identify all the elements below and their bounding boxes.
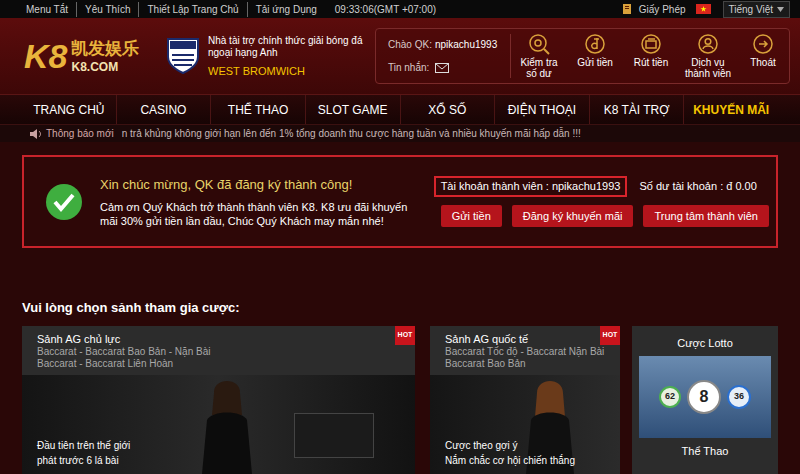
nav-item[interactable]: TRANG CHỦ (22, 95, 116, 124)
top-link[interactable]: Tải ứng Dụng (247, 2, 325, 17)
top-bar: Menu TắtYêu ThíchThiết Lập Trang ChủTải … (0, 0, 800, 18)
action-button[interactable]: Trung tâm thành viên (643, 205, 769, 227)
license-link[interactable]: Giấy Phép (639, 2, 686, 17)
lotto-ball: 36 (727, 385, 751, 409)
nav-item[interactable]: K8 TÀI TRỢ (589, 95, 684, 124)
hot-badge: HOT (395, 326, 415, 345)
speaker-icon (30, 129, 42, 139)
lotto-ball: 62 (659, 386, 681, 408)
coin-search-icon (528, 33, 550, 55)
logout-button[interactable]: Thoát (737, 33, 789, 68)
wallet-icon (640, 33, 662, 55)
license-icon (621, 3, 633, 15)
lobby-card[interactable]: Sảnh AG chủ lực Baccarat - Baccarat Bao … (22, 326, 415, 474)
lotto-ball: 8 (687, 380, 721, 414)
check-circle-icon (45, 183, 83, 221)
lobby-banner: Cược theo gợi ý Nắm chắc cơ hội chiến th… (430, 375, 620, 474)
person-icon (697, 33, 719, 55)
hot-badge: HOT (600, 326, 620, 345)
nav-item[interactable]: ĐIỆN THOẠI (494, 95, 589, 124)
nav-item[interactable]: CASINO (116, 95, 211, 124)
nav-item[interactable]: SLOT GAME (305, 95, 400, 124)
action-button[interactable]: Gửi tiền (441, 205, 502, 227)
success-panel: Xin chúc mừng, QK đã đăng ký thành công!… (22, 155, 778, 248)
withdraw-button[interactable]: Rút tiền (623, 33, 679, 68)
club-badge-icon (166, 37, 200, 75)
exit-icon (752, 33, 774, 55)
lobby-card[interactable]: Sảnh AG quốc tế Baccarat Tốc độ - Baccar… (430, 326, 620, 474)
language-select[interactable]: Tiếng Việt (723, 1, 790, 18)
envelope-icon[interactable] (435, 63, 449, 73)
lobby-heading: Vui lòng chọn sảnh tham gia cược: (22, 300, 778, 316)
nav-item[interactable]: XỔ SỐ (400, 95, 495, 124)
main-nav: TRANG CHỦCASINOTHỂ THAOSLOT GAMEXỔ SỐĐIỆ… (0, 94, 800, 124)
check-balance-button[interactable]: Kiểm trasố dư (511, 33, 567, 79)
sponsor-text: Nhà tài trợ chính thức giải bóng đá ngoạ… (208, 35, 368, 77)
nav-item[interactable]: KHUYẾN MÃI (683, 95, 778, 124)
dropdown-arrow-icon (777, 7, 784, 12)
dealer-icon (187, 375, 267, 474)
top-link[interactable]: Yêu Thích (76, 2, 138, 17)
clock: 09:33:06(GMT +07:00) (335, 2, 436, 17)
balance: Số dư tài khoản :đ 0.00 (639, 178, 756, 195)
announcement-bar: Thông báo mới n trả khủng không giới hạn… (0, 124, 800, 142)
member-service-button[interactable]: Dịch vụthành viên (679, 33, 737, 79)
coin-icon (584, 33, 606, 55)
side-card[interactable]: Cược Lotto 62 8 36 Thể Thao (632, 326, 778, 474)
username: npikachu1993 (435, 37, 497, 52)
lobby-banner: Đầu tiên trên thế giới phát trước 6 lá b… (22, 375, 415, 474)
vietnam-flag-icon (696, 4, 711, 14)
nav-item[interactable]: THỂ THAO (210, 95, 305, 124)
account-box: Tài khoản thành viên :npikachu1993 (434, 176, 628, 197)
user-panel: Chào QK:npikachu1993 Tin nhắn: Kiểm tras… (375, 28, 790, 84)
logo[interactable]: K8 凯发娱乐 K8.COM (24, 39, 156, 73)
header: K8 凯发娱乐 K8.COM Nhà tài trợ chính thức gi… (0, 18, 800, 94)
success-title: Xin chúc mừng, QK đã đăng ký thành công! (100, 175, 400, 195)
deposit-button[interactable]: Gửi tiền (567, 33, 623, 68)
top-link[interactable]: Menu Tắt (26, 2, 76, 17)
action-button[interactable]: Đăng ký khuyến mãi (512, 205, 634, 227)
lotto-banner: 62 8 36 (639, 356, 771, 438)
top-link[interactable]: Thiết Lập Trang Chủ (138, 2, 246, 17)
